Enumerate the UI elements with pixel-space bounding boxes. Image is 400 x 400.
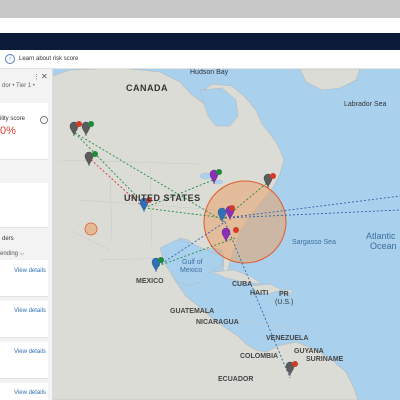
top-spacer (0, 18, 400, 33)
map-label-ocean: Ocean (370, 241, 397, 251)
map-label-canada: CANADA (126, 83, 168, 93)
supplier-card-1: View details (0, 260, 48, 297)
map-label-pr: PR (279, 291, 289, 298)
score-card: ility score i 0% (0, 103, 48, 160)
map-label-guyana: GUYANA (294, 348, 324, 355)
info-icon[interactable]: i (5, 54, 15, 64)
map-label-united-states: UNITED STATES (124, 193, 201, 203)
view-details-link[interactable]: View details (14, 349, 46, 355)
view-details-link[interactable]: View details (14, 390, 46, 396)
supplier-card-3: View details (0, 342, 48, 379)
map-label-sargasso-sea: Sargasso Sea (292, 239, 336, 246)
map-label-haiti: HAITI (250, 290, 269, 297)
score-label: ility score (0, 116, 26, 122)
panel-close-icon[interactable]: ✕ (41, 72, 48, 81)
sort-dropdown[interactable]: ending ⌵ (0, 251, 24, 258)
map-label-atlantic: Atlantic (366, 231, 396, 241)
supplier-panel: ⋮ ✕ dor • Tier 1 • ility score i 0% ders… (0, 69, 53, 400)
risk-radius-small (84, 222, 98, 236)
map-label-venezuela: VENEZUELA (266, 335, 309, 342)
map-label-guatemala: GUATEMALA (170, 308, 215, 315)
supplier-card-2: View details (0, 301, 48, 338)
learn-risk-score-link[interactable]: Learn about risk score (19, 56, 78, 62)
supplier-card-4: View details (0, 383, 48, 400)
map-label-nicaragua: NICARAGUA (196, 319, 239, 326)
map-label-suriname: SURINAME (306, 356, 344, 363)
map-label-us: (U.S.) (275, 299, 294, 306)
breadcrumb: dor • Tier 1 • (2, 83, 35, 89)
map-label-gulf-of: Gulf of (182, 259, 203, 266)
score-info-icon[interactable]: i (40, 116, 48, 124)
map-label-cuba: CUBA (232, 281, 253, 288)
section-label: ders (2, 236, 14, 242)
map-label-colombia: COLOMBIA (240, 353, 279, 360)
view-details-link[interactable]: View details (14, 308, 46, 314)
map-label-ecuador: ECUADOR (218, 376, 254, 383)
map-label-gulf-mexico: Mexico (180, 267, 203, 274)
map-label-labrador-sea: Labrador Sea (344, 101, 387, 108)
summary-card (0, 183, 48, 228)
score-value: 0% (0, 125, 16, 137)
risk-radius-large (203, 180, 287, 264)
panel-menu-icon[interactable]: ⋮ (33, 73, 40, 81)
map-label-mexico: MEXICO (136, 278, 164, 285)
app-nav-bar (0, 33, 400, 50)
greenland-land (299, 69, 361, 91)
map-label-hudson-bay: Hudson Bay (190, 69, 229, 76)
view-details-link[interactable]: View details (14, 268, 46, 274)
map-canvas (51, 69, 400, 400)
map-view[interactable]: Hudson Bay CANADA Labrador Sea UNITED ST… (0, 69, 400, 400)
info-bar: i Learn about risk score (0, 50, 400, 69)
browser-top-bar (0, 0, 400, 18)
